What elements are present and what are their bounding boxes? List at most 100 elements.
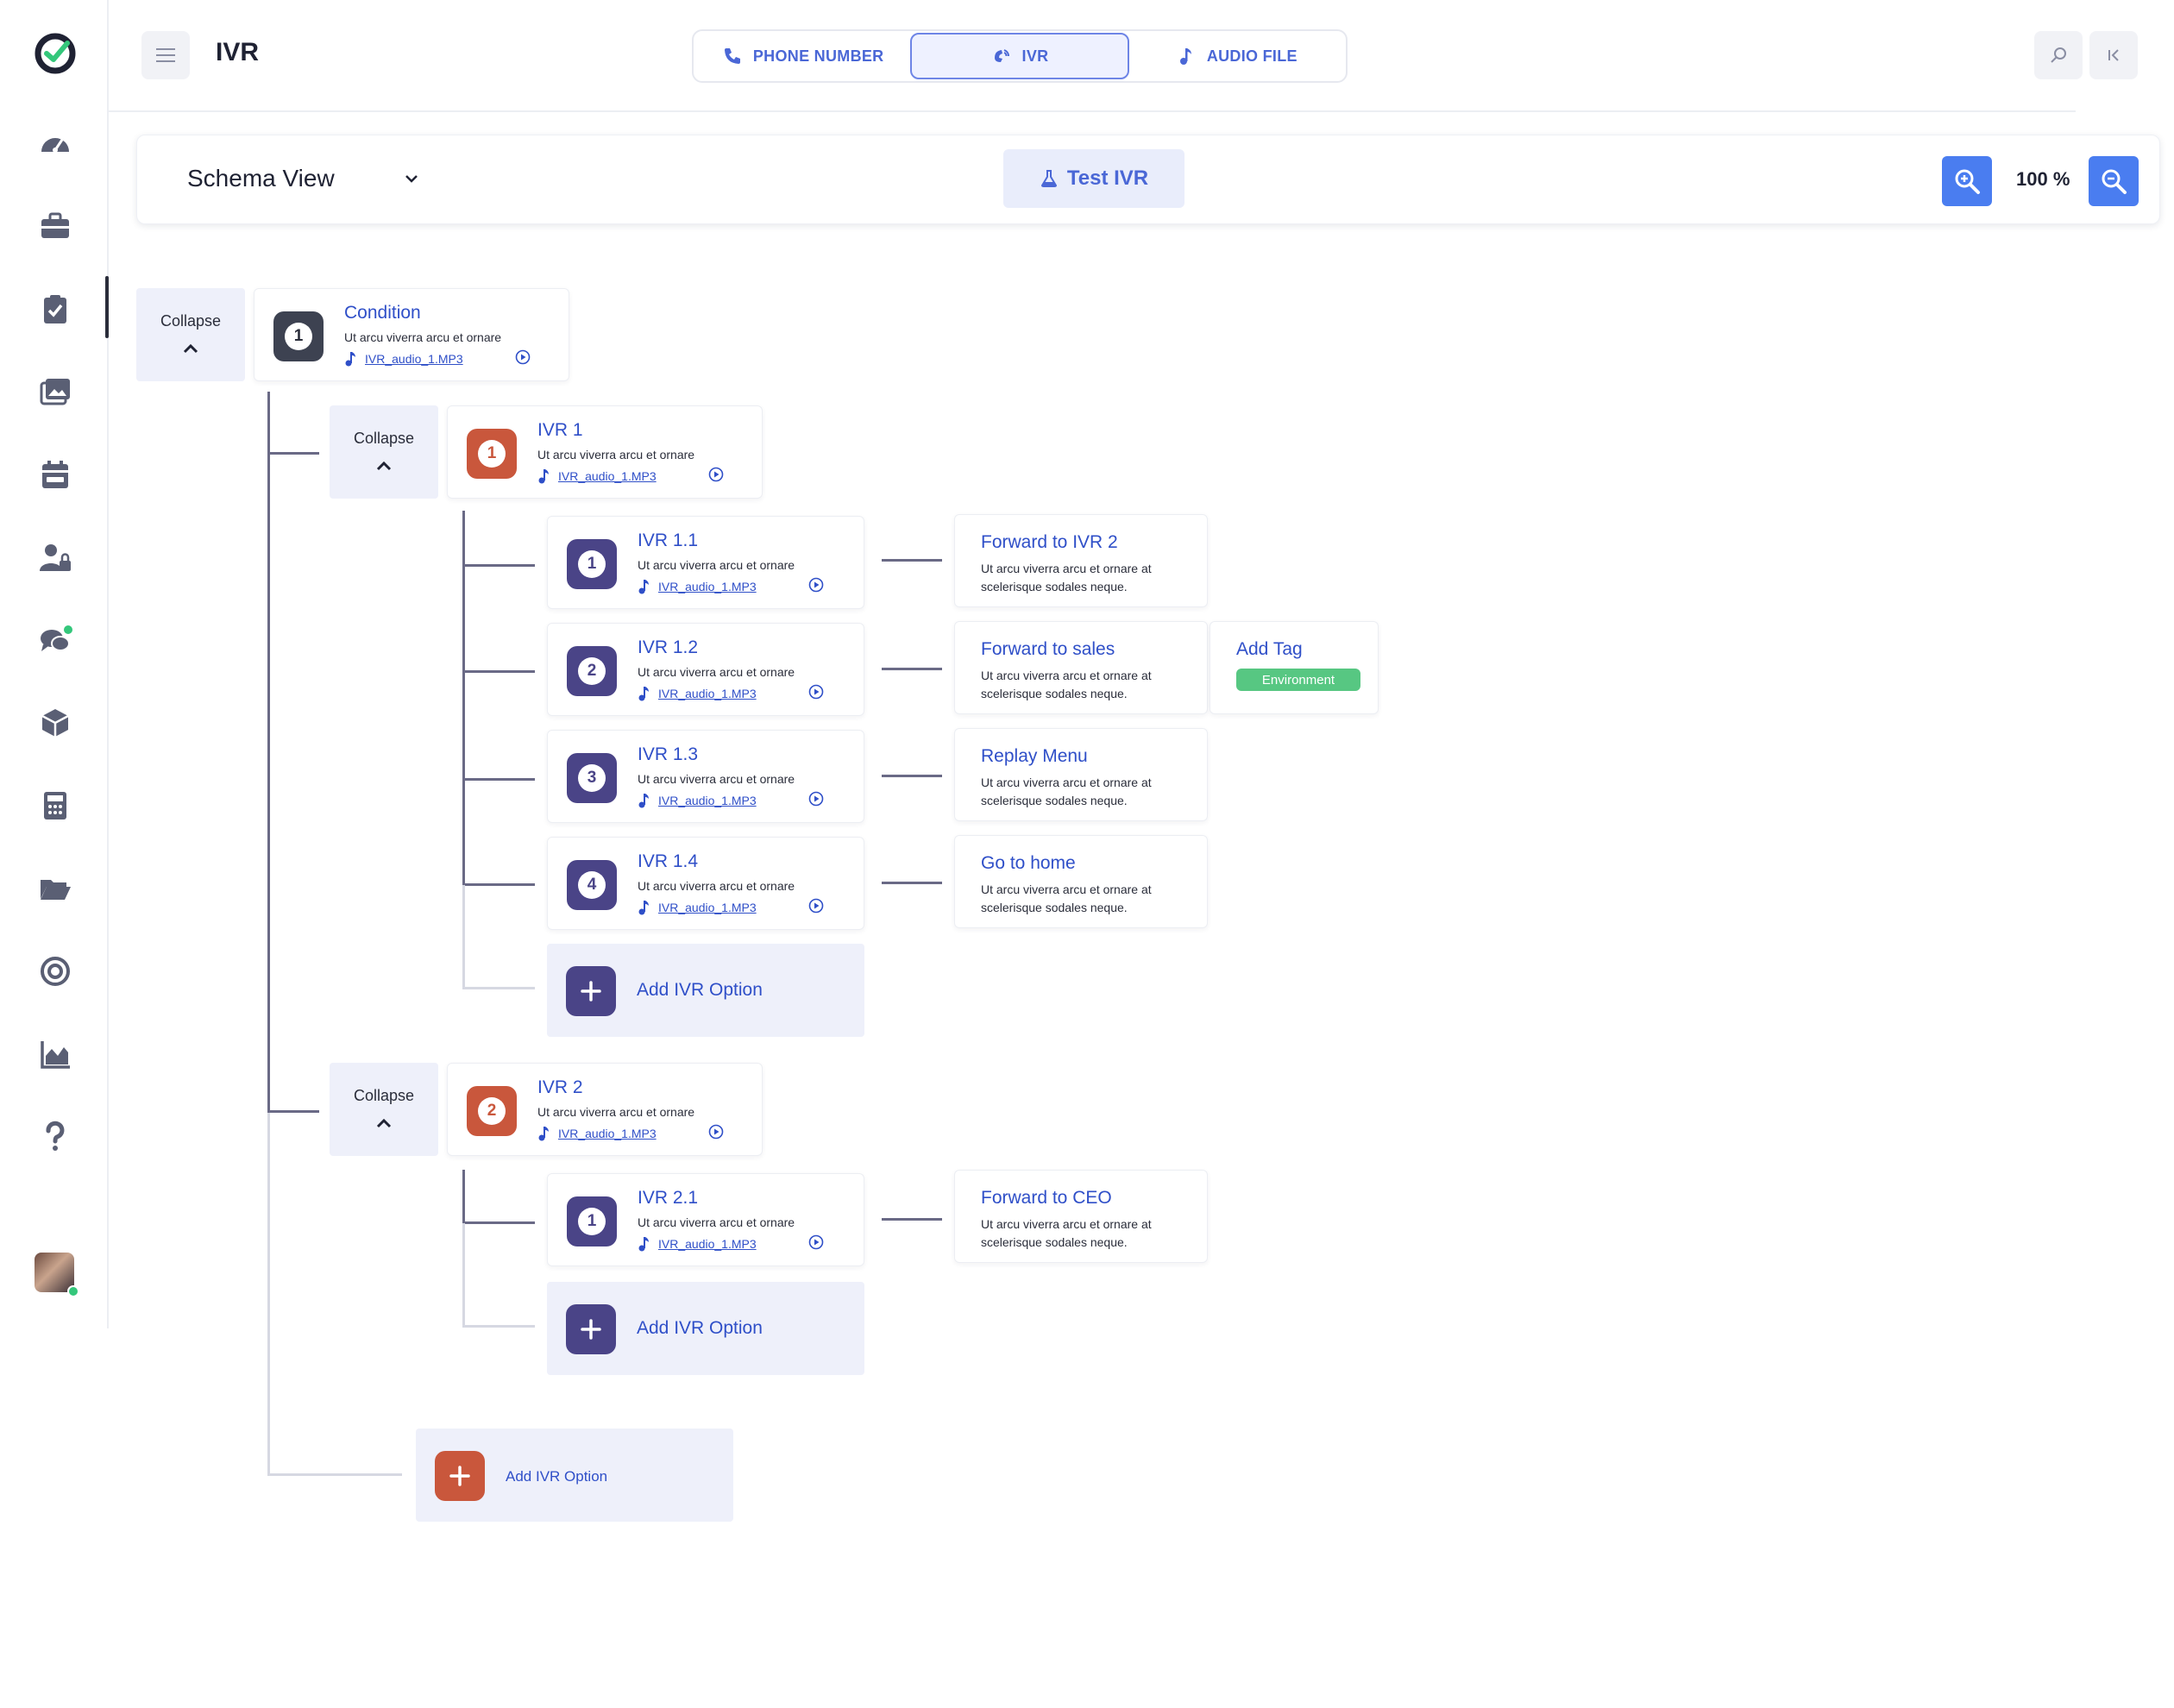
view-select[interactable]: Schema View xyxy=(187,165,419,192)
header-divider xyxy=(109,110,2076,112)
audio-file[interactable]: IVR_audio_1.MP3 xyxy=(344,351,463,367)
action-card-go-home[interactable]: Go to home Ut arcu viverra arcu et ornar… xyxy=(954,835,1208,928)
play-icon[interactable] xyxy=(808,684,824,700)
action-title: Forward to sales xyxy=(981,639,1115,659)
tree-connector xyxy=(267,392,270,1113)
chat-icon[interactable] xyxy=(35,619,76,661)
hamburger-icon xyxy=(156,48,175,62)
tab-phone-number[interactable]: PHONE NUMBER xyxy=(695,33,910,79)
play-icon[interactable] xyxy=(808,791,824,807)
gallery-icon[interactable] xyxy=(35,371,76,412)
ivr-badge: 1 xyxy=(467,429,517,479)
play-icon[interactable] xyxy=(515,349,531,365)
zoom-out-button[interactable] xyxy=(2089,156,2139,206)
action-card-forward-sales[interactable]: Forward to sales Ut arcu viverra arcu et… xyxy=(954,621,1208,714)
add-option-label: Add IVR Option xyxy=(637,1318,763,1338)
node-description: Ut arcu viverra arcu et ornare xyxy=(638,879,795,893)
target-icon[interactable] xyxy=(35,951,76,992)
audio-file[interactable]: IVR_audio_1.MP3 xyxy=(638,900,757,915)
action-card-forward-ivr-2[interactable]: Forward to IVR 2 Ut arcu viverra arcu et… xyxy=(954,514,1208,607)
audio-file[interactable]: IVR_audio_1.MP3 xyxy=(638,1236,757,1252)
music-note-icon xyxy=(345,352,355,367)
tag-pill[interactable]: Environment xyxy=(1236,669,1360,691)
audio-file[interactable]: IVR_audio_1.MP3 xyxy=(537,468,657,484)
ivr-1-1-card[interactable]: 1 IVR 1.1 Ut arcu viverra arcu et ornare… xyxy=(547,516,864,609)
app-logo-icon[interactable] xyxy=(33,31,78,76)
collapse-panel-button[interactable] xyxy=(2089,31,2138,79)
menu-toggle-button[interactable] xyxy=(141,31,190,79)
audio-file-link[interactable]: IVR_audio_1.MP3 xyxy=(558,1127,657,1140)
plus-badge xyxy=(566,1304,616,1354)
audio-file-link[interactable]: IVR_audio_1.MP3 xyxy=(365,352,463,366)
audio-file-link[interactable]: IVR_audio_1.MP3 xyxy=(558,469,657,483)
action-title: Forward to CEO xyxy=(981,1188,1112,1208)
add-root-ivr-option-button[interactable]: Add IVR Option xyxy=(416,1429,733,1522)
play-icon[interactable] xyxy=(708,467,724,482)
folder-open-icon[interactable] xyxy=(35,868,76,909)
tree-connector xyxy=(267,1110,319,1113)
collapse-toggle-ivr-2[interactable]: Collapse xyxy=(330,1063,438,1156)
ivr-2-card[interactable]: 2 IVR 2 Ut arcu viverra arcu et ornare I… xyxy=(447,1063,763,1156)
audio-file[interactable]: IVR_audio_1.MP3 xyxy=(638,793,757,808)
action-card-forward-ceo[interactable]: Forward to CEO Ut arcu viverra arcu et o… xyxy=(954,1170,1208,1263)
test-ivr-button[interactable]: Test IVR xyxy=(1003,149,1184,208)
music-note-icon xyxy=(538,1127,549,1141)
search-button[interactable] xyxy=(2034,31,2083,79)
play-icon[interactable] xyxy=(808,577,824,593)
zoom-in-button[interactable] xyxy=(1942,156,1992,206)
node-description: Ut arcu viverra arcu et ornare xyxy=(537,1105,695,1119)
add-ivr-option-button[interactable]: Add IVR Option xyxy=(547,1282,864,1375)
add-ivr-option-button[interactable]: Add IVR Option xyxy=(547,944,864,1037)
music-note-icon xyxy=(638,580,649,594)
calculator-icon[interactable] xyxy=(35,785,76,826)
node-description: Ut arcu viverra arcu et ornare xyxy=(638,1215,795,1229)
ivr-1-3-card[interactable]: 3 IVR 1.3 Ut arcu viverra arcu et ornare… xyxy=(547,730,864,823)
briefcase-icon[interactable] xyxy=(35,205,76,247)
audio-file-link[interactable]: IVR_audio_1.MP3 xyxy=(658,1237,757,1251)
tab-label: IVR xyxy=(1021,47,1049,65)
node-title: Condition xyxy=(344,303,421,323)
action-card-replay-menu[interactable]: Replay Menu Ut arcu viverra arcu et orna… xyxy=(954,728,1208,821)
play-icon[interactable] xyxy=(708,1124,724,1140)
ivr-2-1-card[interactable]: 1 IVR 2.1 Ut arcu viverra arcu et ornare… xyxy=(547,1173,864,1266)
area-chart-icon[interactable] xyxy=(35,1033,76,1075)
play-icon[interactable] xyxy=(808,898,824,914)
condition-card[interactable]: 1 Condition Ut arcu viverra arcu et orna… xyxy=(254,288,569,381)
clipboard-check-icon[interactable] xyxy=(35,288,76,330)
user-lock-icon[interactable] xyxy=(35,537,76,578)
chevron-up-icon xyxy=(376,461,392,470)
audio-file[interactable]: IVR_audio_1.MP3 xyxy=(638,686,757,701)
music-note-icon xyxy=(1179,48,1191,65)
collapse-toggle-ivr-1[interactable]: Collapse xyxy=(330,405,438,499)
ivr-1-4-card[interactable]: 4 IVR 1.4 Ut arcu viverra arcu et ornare… xyxy=(547,837,864,930)
search-icon xyxy=(2051,47,2066,63)
play-icon[interactable] xyxy=(808,1234,824,1250)
dashboard-icon[interactable] xyxy=(35,122,76,164)
tree-connector xyxy=(882,882,942,884)
box-icon[interactable] xyxy=(35,702,76,744)
calendar-icon[interactable] xyxy=(35,454,76,495)
condition-badge: 1 xyxy=(273,311,324,361)
collapse-label: Collapse xyxy=(353,1086,415,1104)
audio-file-link[interactable]: IVR_audio_1.MP3 xyxy=(658,687,757,700)
node-description: Ut arcu viverra arcu et ornare xyxy=(638,665,795,679)
help-icon[interactable] xyxy=(35,1116,76,1158)
tab-ivr[interactable]: IVR xyxy=(910,33,1129,79)
zoom-level: 100 % xyxy=(2016,168,2070,190)
tree-connector xyxy=(462,511,465,885)
audio-file[interactable]: IVR_audio_1.MP3 xyxy=(638,579,757,594)
ivr-1-2-card[interactable]: 2 IVR 1.2 Ut arcu viverra arcu et ornare… xyxy=(547,623,864,716)
ivr-icon xyxy=(994,49,1009,62)
audio-file[interactable]: IVR_audio_1.MP3 xyxy=(537,1126,657,1141)
add-tag-card[interactable]: Add Tag Environment xyxy=(1210,621,1379,714)
ivr-1-card[interactable]: 1 IVR 1 Ut arcu viverra arcu et ornare I… xyxy=(447,405,763,499)
tab-audio-file[interactable]: AUDIO FILE xyxy=(1129,33,1344,79)
zoom-in-icon xyxy=(1955,169,1980,194)
node-title: IVR 1 xyxy=(537,420,583,440)
collapse-toggle-condition[interactable]: Collapse xyxy=(136,288,245,381)
avatar[interactable] xyxy=(35,1253,79,1297)
audio-file-link[interactable]: IVR_audio_1.MP3 xyxy=(658,794,757,807)
audio-file-link[interactable]: IVR_audio_1.MP3 xyxy=(658,580,757,593)
audio-file-link[interactable]: IVR_audio_1.MP3 xyxy=(658,901,757,914)
node-title: IVR 2.1 xyxy=(638,1188,699,1208)
